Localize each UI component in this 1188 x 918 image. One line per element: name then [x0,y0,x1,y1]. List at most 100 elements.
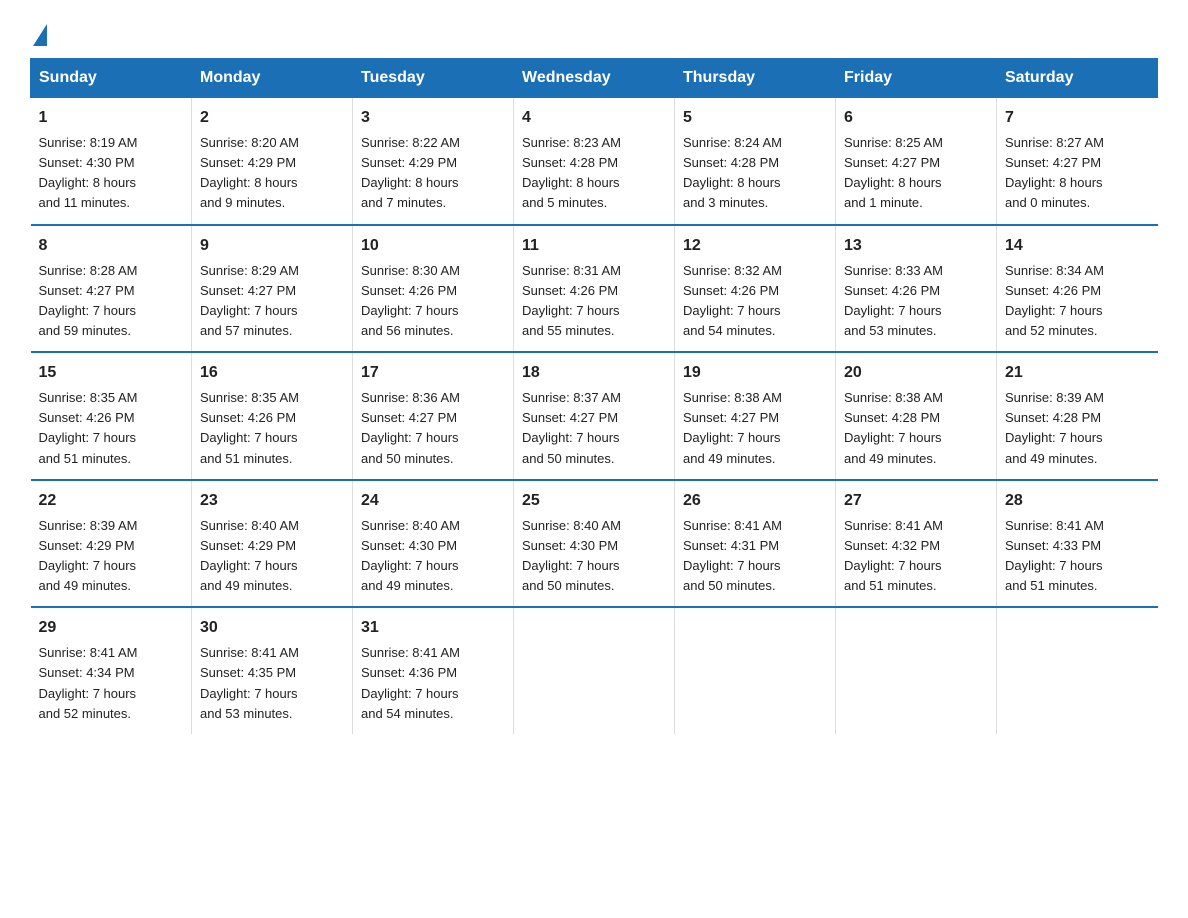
day-number: 8 [39,234,184,258]
calendar-cell: 6Sunrise: 8:25 AMSunset: 4:27 PMDaylight… [836,98,997,225]
calendar-cell [675,607,836,734]
calendar-cell: 31Sunrise: 8:41 AMSunset: 4:36 PMDayligh… [353,607,514,734]
day-number: 13 [844,234,988,258]
day-info: Sunrise: 8:37 AMSunset: 4:27 PMDaylight:… [522,388,666,469]
calendar-cell: 7Sunrise: 8:27 AMSunset: 4:27 PMDaylight… [997,98,1158,225]
weekday-header-saturday: Saturday [997,59,1158,98]
day-info: Sunrise: 8:39 AMSunset: 4:29 PMDaylight:… [39,516,184,597]
day-info: Sunrise: 8:38 AMSunset: 4:28 PMDaylight:… [844,388,988,469]
day-info: Sunrise: 8:30 AMSunset: 4:26 PMDaylight:… [361,261,505,342]
calendar-cell: 27Sunrise: 8:41 AMSunset: 4:32 PMDayligh… [836,480,997,608]
calendar-body: 1 Sunrise: 8:19 AMSunset: 4:30 PMDaylight… [31,98,1158,734]
day-number: 19 [683,361,827,385]
week-row-5: 29 Sunrise: 8:41 AMSunset: 4:34 PMDayligh… [31,607,1158,734]
day-info: Sunrise: 8:36 AMSunset: 4:27 PMDaylight:… [361,388,505,469]
day-info: Sunrise: 8:41 AMSunset: 4:36 PMDaylight:… [361,643,505,724]
calendar-cell: 8 Sunrise: 8:28 AMSunset: 4:27 PMDaylight… [31,225,192,353]
calendar-cell: 24Sunrise: 8:40 AMSunset: 4:30 PMDayligh… [353,480,514,608]
page-header [30,20,1158,42]
day-info: Sunrise: 8:27 AMSunset: 4:27 PMDaylight:… [1005,133,1150,214]
day-info: Sunrise: 8:41 AMSunset: 4:34 PMDaylight:… [39,643,184,724]
day-number: 22 [39,489,184,513]
day-info: Sunrise: 8:35 AMSunset: 4:26 PMDaylight:… [39,388,184,469]
calendar-cell: 17 Sunrise: 8:36 AMSunset: 4:27 PMDayligh… [353,352,514,480]
day-number: 24 [361,489,505,513]
calendar-cell: 18 Sunrise: 8:37 AMSunset: 4:27 PMDayligh… [514,352,675,480]
calendar-cell: 30Sunrise: 8:41 AMSunset: 4:35 PMDayligh… [192,607,353,734]
day-number: 17 [361,361,505,385]
calendar-cell: 9 Sunrise: 8:29 AMSunset: 4:27 PMDaylight… [192,225,353,353]
day-info: Sunrise: 8:41 AMSunset: 4:35 PMDaylight:… [200,643,344,724]
day-number: 20 [844,361,988,385]
weekday-header-thursday: Thursday [675,59,836,98]
weekday-header-row: SundayMondayTuesdayWednesdayThursdayFrid… [31,59,1158,98]
calendar-cell: 11 Sunrise: 8:31 AMSunset: 4:26 PMDayligh… [514,225,675,353]
day-info: Sunrise: 8:31 AMSunset: 4:26 PMDaylight:… [522,261,666,342]
day-number: 5 [683,106,827,130]
calendar-table: SundayMondayTuesdayWednesdayThursdayFrid… [30,58,1158,734]
calendar-cell: 3Sunrise: 8:22 AMSunset: 4:29 PMDaylight… [353,98,514,225]
weekday-header-wednesday: Wednesday [514,59,675,98]
day-info: Sunrise: 8:41 AMSunset: 4:33 PMDaylight:… [1005,516,1150,597]
week-row-3: 15Sunrise: 8:35 AMSunset: 4:26 PMDayligh… [31,352,1158,480]
calendar-cell: 13 Sunrise: 8:33 AMSunset: 4:26 PMDayligh… [836,225,997,353]
weekday-header-friday: Friday [836,59,997,98]
day-info: Sunrise: 8:29 AMSunset: 4:27 PMDaylight:… [200,261,344,342]
calendar-cell: 19 Sunrise: 8:38 AMSunset: 4:27 PMDayligh… [675,352,836,480]
day-number: 21 [1005,361,1150,385]
day-info: Sunrise: 8:34 AMSunset: 4:26 PMDaylight:… [1005,261,1150,342]
day-info: Sunrise: 8:38 AMSunset: 4:27 PMDaylight:… [683,388,827,469]
day-number: 28 [1005,489,1150,513]
day-number: 12 [683,234,827,258]
day-number: 2 [200,106,344,130]
calendar-cell [997,607,1158,734]
day-number: 14 [1005,234,1150,258]
day-number: 29 [39,616,184,640]
day-info: Sunrise: 8:35 AMSunset: 4:26 PMDaylight:… [200,388,344,469]
day-number: 16 [200,361,344,385]
day-info: Sunrise: 8:19 AMSunset: 4:30 PMDaylight:… [39,133,184,214]
day-number: 1 [39,106,184,130]
calendar-cell [514,607,675,734]
day-info: Sunrise: 8:39 AMSunset: 4:28 PMDaylight:… [1005,388,1150,469]
week-row-2: 8 Sunrise: 8:28 AMSunset: 4:27 PMDaylight… [31,225,1158,353]
calendar-cell: 14 Sunrise: 8:34 AMSunset: 4:26 PMDayligh… [997,225,1158,353]
day-info: Sunrise: 8:20 AMSunset: 4:29 PMDaylight:… [200,133,344,214]
day-info: Sunrise: 8:23 AMSunset: 4:28 PMDaylight:… [522,133,666,214]
day-info: Sunrise: 8:22 AMSunset: 4:29 PMDaylight:… [361,133,505,214]
calendar-cell: 23 Sunrise: 8:40 AMSunset: 4:29 PMDayligh… [192,480,353,608]
calendar-cell: 20 Sunrise: 8:38 AMSunset: 4:28 PMDayligh… [836,352,997,480]
calendar-cell: 26 Sunrise: 8:41 AMSunset: 4:31 PMDayligh… [675,480,836,608]
day-number: 9 [200,234,344,258]
calendar-cell [836,607,997,734]
day-info: Sunrise: 8:32 AMSunset: 4:26 PMDaylight:… [683,261,827,342]
day-number: 26 [683,489,827,513]
logo [30,20,47,42]
day-number: 18 [522,361,666,385]
day-info: Sunrise: 8:24 AMSunset: 4:28 PMDaylight:… [683,133,827,214]
day-info: Sunrise: 8:28 AMSunset: 4:27 PMDaylight:… [39,261,184,342]
calendar-cell: 15Sunrise: 8:35 AMSunset: 4:26 PMDayligh… [31,352,192,480]
week-row-1: 1 Sunrise: 8:19 AMSunset: 4:30 PMDaylight… [31,98,1158,225]
calendar-cell: 12 Sunrise: 8:32 AMSunset: 4:26 PMDayligh… [675,225,836,353]
weekday-header-monday: Monday [192,59,353,98]
day-info: Sunrise: 8:41 AMSunset: 4:31 PMDaylight:… [683,516,827,597]
day-number: 11 [522,234,666,258]
calendar-cell: 21 Sunrise: 8:39 AMSunset: 4:28 PMDayligh… [997,352,1158,480]
calendar-cell: 28 Sunrise: 8:41 AMSunset: 4:33 PMDayligh… [997,480,1158,608]
calendar-header: SundayMondayTuesdayWednesdayThursdayFrid… [31,59,1158,98]
day-info: Sunrise: 8:40 AMSunset: 4:30 PMDaylight:… [522,516,666,597]
day-info: Sunrise: 8:33 AMSunset: 4:26 PMDaylight:… [844,261,988,342]
calendar-cell: 2 Sunrise: 8:20 AMSunset: 4:29 PMDaylight… [192,98,353,225]
day-number: 27 [844,489,988,513]
calendar-cell: 25Sunrise: 8:40 AMSunset: 4:30 PMDayligh… [514,480,675,608]
day-number: 10 [361,234,505,258]
calendar-cell: 29 Sunrise: 8:41 AMSunset: 4:34 PMDayligh… [31,607,192,734]
day-info: Sunrise: 8:25 AMSunset: 4:27 PMDaylight:… [844,133,988,214]
weekday-header-tuesday: Tuesday [353,59,514,98]
weekday-header-sunday: Sunday [31,59,192,98]
calendar-cell: 16 Sunrise: 8:35 AMSunset: 4:26 PMDayligh… [192,352,353,480]
logo-arrow-icon [33,24,47,46]
day-info: Sunrise: 8:40 AMSunset: 4:29 PMDaylight:… [200,516,344,597]
day-number: 23 [200,489,344,513]
